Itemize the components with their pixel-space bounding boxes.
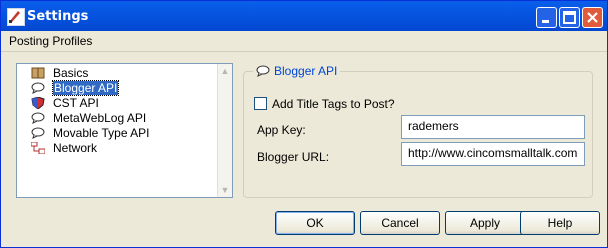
- book-icon: [31, 67, 45, 79]
- cancel-button[interactable]: Cancel: [360, 211, 440, 235]
- app-key-label: App Key:: [257, 123, 306, 137]
- tree-item-label: Blogger API: [51, 80, 120, 96]
- shield-icon: [31, 96, 45, 110]
- scroll-down-arrow-icon[interactable]: ▼: [218, 183, 232, 197]
- groupbox-title-text: Blogger API: [274, 64, 338, 78]
- add-title-tags-label[interactable]: Add Title Tags to Post?: [272, 97, 395, 111]
- speech-bubble-icon: [31, 112, 45, 124]
- groupbox-title: Blogger API: [253, 64, 341, 78]
- app-key-field[interactable]: rademers: [401, 115, 585, 139]
- blogger-url-label: Blogger URL:: [257, 150, 330, 164]
- tree-item-label: Movable Type API: [53, 126, 150, 140]
- title-bar[interactable]: Settings: [1, 1, 607, 31]
- network-icon: [30, 141, 46, 155]
- speech-bubble-icon: [256, 65, 270, 77]
- help-button[interactable]: Help: [520, 211, 600, 235]
- minimize-button[interactable]: [536, 7, 557, 28]
- tree-item-label: CST API: [53, 96, 99, 110]
- speech-bubble-icon: [31, 82, 45, 94]
- tree-item-label: Network: [53, 141, 98, 155]
- speech-bubble-icon: [31, 127, 45, 139]
- profile-tree[interactable]: Basics Blogger API CST API MetaWebLog AP…: [16, 63, 233, 198]
- menu-posting-profiles[interactable]: Posting Profiles: [9, 34, 92, 48]
- tree-item-label: MetaWebLog API: [53, 111, 147, 125]
- settings-app-icon: [7, 8, 25, 26]
- settings-window: Settings Posting Profiles Basics Blogger…: [0, 0, 608, 248]
- window-title: Settings: [27, 9, 89, 24]
- scroll-up-arrow-icon[interactable]: ▲: [218, 64, 232, 78]
- tree-scrollbar[interactable]: ▲ ▼: [217, 64, 232, 197]
- ok-button[interactable]: OK: [275, 211, 355, 235]
- tree-item-label: Basics: [53, 66, 89, 80]
- apply-button[interactable]: Apply: [445, 211, 525, 235]
- blogger-url-field[interactable]: http://www.cincomsmalltalk.com: [401, 142, 585, 166]
- close-button[interactable]: [582, 7, 603, 28]
- menu-bar: Posting Profiles: [1, 31, 607, 52]
- add-title-tags-checkbox[interactable]: [254, 97, 267, 110]
- maximize-button[interactable]: [559, 7, 580, 28]
